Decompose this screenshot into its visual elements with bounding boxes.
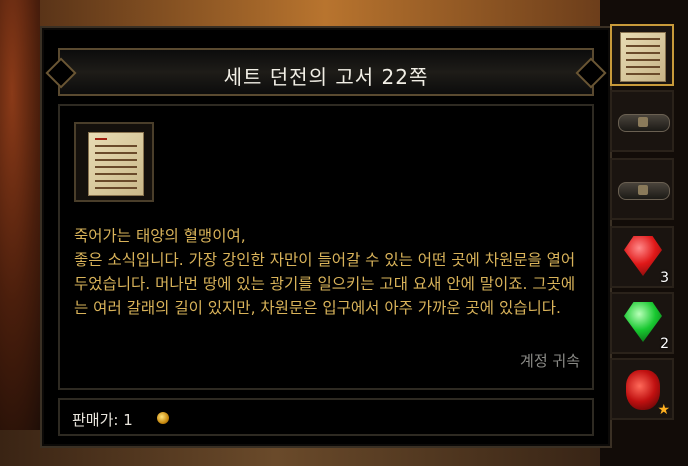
red-potion-icon (626, 370, 660, 410)
tooltip-title-bar: 세트 던전의 고서 22쪽 (58, 48, 594, 96)
price-section: 판매가: 1 (58, 398, 594, 436)
inventory-slot-belt-1[interactable] (610, 90, 674, 152)
stack-count: 2 (660, 336, 669, 352)
item-description: 죽어가는 태양의 혈맹이여, 좋은 소식입니다. 가장 강인한 자만이 들어갈 … (74, 227, 576, 317)
sell-price: 판매가: 1 (72, 411, 133, 429)
inventory-slot-potion[interactable]: ★ (610, 358, 674, 420)
inventory-slot-red-gem[interactable]: 3 (610, 226, 674, 288)
scroll-page-icon (620, 32, 666, 82)
belt-icon (618, 182, 670, 200)
item-icon-frame (74, 122, 154, 202)
item-title: 세트 던전의 고서 22쪽 (223, 65, 429, 89)
inventory-slot-belt-2[interactable] (610, 158, 674, 220)
tooltip-content: 죽어가는 태양의 혈맹이여, 좋은 소식입니다. 가장 강인한 자만이 들어갈 … (58, 104, 594, 390)
star-icon: ★ (657, 402, 670, 418)
inventory-slot-scroll[interactable] (610, 24, 674, 86)
item-tooltip: 세트 던전의 고서 22쪽 죽어가는 태양의 혈맹이여, 좋은 소식입니다. 가… (40, 26, 612, 448)
green-gem-icon (624, 302, 662, 342)
binding-status: 계정 귀속 (520, 352, 580, 370)
red-gem-icon (624, 236, 662, 276)
stack-count: 3 (660, 270, 669, 286)
belt-icon (618, 114, 670, 132)
scroll-page-icon (88, 132, 144, 196)
inventory-slot-green-gem[interactable]: 2 (610, 292, 674, 354)
gold-coin-icon (157, 412, 169, 424)
